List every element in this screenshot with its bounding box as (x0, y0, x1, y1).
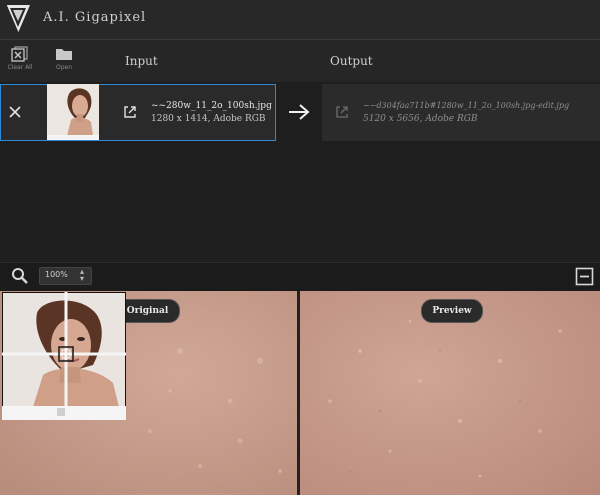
zoom-search-icon[interactable] (11, 267, 29, 285)
output-file-row[interactable] (322, 84, 600, 141)
input-file-meta: 1280 x 1414, Adobe RGB (151, 114, 266, 124)
clear-all-label: Clear All (7, 64, 33, 71)
gigapixel-logo-icon (5, 4, 30, 34)
navigator-viewport-crosshair[interactable] (2, 292, 126, 420)
folder-icon (56, 49, 72, 60)
output-column-header: Output (330, 54, 373, 68)
input-file-row[interactable] (0, 84, 276, 141)
external-open-icon[interactable] (122, 104, 138, 120)
zoom-level-value: 100% (45, 270, 68, 279)
thumbnail-footer (47, 135, 99, 140)
clear-all-button[interactable]: Clear All (2, 46, 38, 71)
input-thumbnail (47, 84, 99, 140)
output-file-meta: 5120 x 5656, Adobe RGB (363, 114, 478, 124)
app-title: A.I. Gigapixel (43, 10, 147, 25)
output-file-name: ~~d304faa711b#1280w_11_2o_100sh.jpg-edit… (363, 101, 570, 110)
arrow-right-icon (289, 104, 310, 120)
input-column-header: Input (125, 54, 158, 68)
remove-file-icon[interactable] (7, 104, 23, 120)
open-button[interactable]: Open (46, 46, 82, 71)
open-label: Open (55, 64, 73, 71)
toolbar (0, 40, 600, 82)
clear-all-icon (11, 46, 28, 62)
zoom-stepper-icon[interactable]: ▴ ▾ (80, 268, 84, 283)
collapse-panel-icon[interactable] (575, 267, 594, 286)
output-external-open-icon[interactable] (334, 104, 350, 120)
preview-label-badge: Preview (421, 299, 483, 323)
input-file-name: ~~280w_11_2o_100sh.jpg (151, 101, 272, 111)
